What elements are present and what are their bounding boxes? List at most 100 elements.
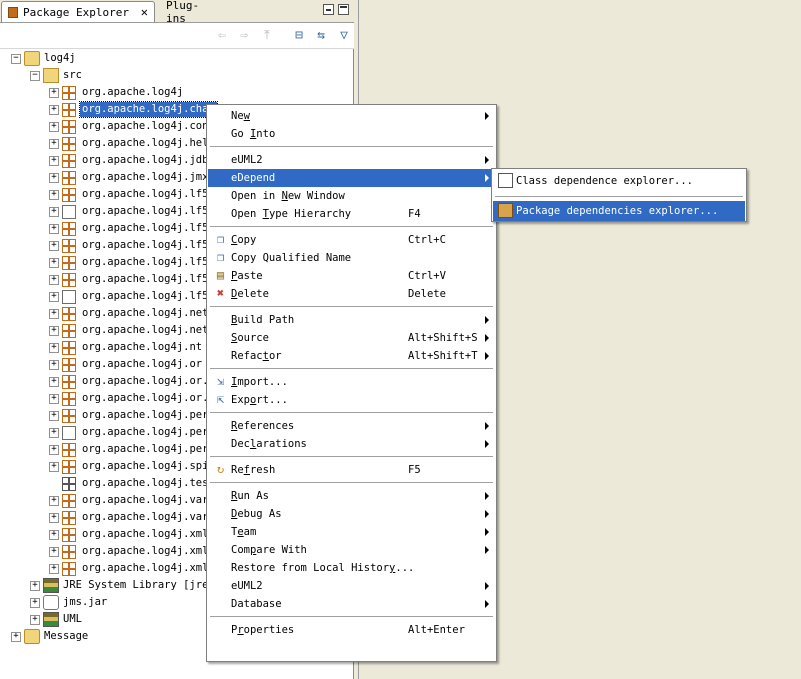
menu-item-edepend[interactable]: eDepend [208,169,495,187]
menu-item-declarations[interactable]: Declarations [208,435,495,453]
collapse-icon[interactable]: − [11,54,21,64]
menu-item-debug-as[interactable]: Debug As [208,505,495,523]
expand-icon[interactable]: + [49,292,59,302]
expand-icon[interactable]: + [49,122,59,132]
expand-icon[interactable]: + [30,598,40,608]
menu-item-label: Properties [231,624,295,636]
back-icon[interactable]: ⇦ [214,28,230,44]
expand-icon[interactable]: + [49,462,59,472]
expand-icon[interactable]: + [49,190,59,200]
tree-item-label: org.apache.log4j.jmx [82,171,209,183]
expand-icon[interactable]: + [49,258,59,268]
package-icon [62,562,76,576]
menu-item-copy[interactable]: ❐ Copy Ctrl+C [208,231,495,249]
tree-item-label: org.apache.log4j.or. [82,375,209,387]
collapse-icon[interactable]: − [30,71,40,81]
expand-icon[interactable]: + [49,224,59,234]
link-editor-icon[interactable]: ⇆ [313,28,329,44]
maximize-icon[interactable] [338,4,349,15]
expand-icon[interactable]: + [49,309,59,319]
expand-icon[interactable]: + [49,343,59,353]
expand-icon[interactable]: + [49,241,59,251]
menu-item-export[interactable]: ⇱ Export... [208,391,495,409]
expand-icon[interactable]: + [49,547,59,557]
menu-item-paste[interactable]: ▤ Paste Ctrl+V [208,267,495,285]
expand-icon[interactable]: + [49,564,59,574]
menu-item-open-in-new-window[interactable]: Open in New Window [208,187,495,205]
expand-icon[interactable]: + [49,105,59,115]
package-icon [62,511,76,525]
tree-item[interactable]: − log4j [0,50,352,67]
menu-item-delete[interactable]: ✖ Delete Delete [208,285,495,303]
tree-item[interactable]: − src [0,67,352,84]
collapse-all-icon[interactable]: ⊟ [291,28,307,44]
tree-item[interactable]: + org.apache.log4j [0,84,352,101]
package-other-icon [62,426,76,440]
forward-icon[interactable]: ⇨ [236,28,252,44]
expand-icon[interactable]: + [49,428,59,438]
submenu-arrow-icon [485,582,489,590]
menu-item-team[interactable]: Team [208,523,495,541]
view-tab-bar: Package Explorer ✕ Plug-ins [0,0,354,25]
tab-package-explorer[interactable]: Package Explorer ✕ [1,1,155,22]
expand-icon[interactable]: + [49,530,59,540]
menu-item-import[interactable]: ⇲ Import... [208,373,495,391]
menu-item-open-type-hierarchy[interactable]: Open Type Hierarchy F4 [208,205,495,223]
expand-icon[interactable]: + [49,360,59,370]
menu-item-package-dependencies-explorer[interactable]: Package dependencies explorer... [493,201,745,221]
menu-item-properties[interactable]: Properties Alt+Enter [208,621,495,639]
expand-icon[interactable]: + [49,139,59,149]
menu-item-build-path[interactable]: Build Path [208,311,495,329]
menu-item-label: Database [231,598,282,610]
menu-item-class-dependence-explorer[interactable]: Class dependence explorer... [493,171,745,191]
menu-separator [210,368,493,369]
package-explorer-icon [8,6,18,18]
context-menu: New Go Into eUML2 eDepend Open in New Window… [206,104,497,662]
menu-item-label: Go Into [231,128,276,140]
menu-item-refactor[interactable]: Refactor Alt+Shift+T [208,347,495,365]
menu-item-label: Delete [231,288,269,300]
menu-item-copy-qualified-name[interactable]: ❐ Copy Qualified Name [208,249,495,267]
submenu-arrow-icon [485,510,489,518]
expand-icon[interactable]: + [49,173,59,183]
expand-icon[interactable]: + [49,411,59,421]
close-icon[interactable]: ✕ [141,5,148,19]
expand-icon[interactable]: + [49,394,59,404]
tree-item-label: org.apache.log4j.pers [82,409,215,421]
tab-plug-ins[interactable]: Plug-ins [160,0,214,25]
expand-icon[interactable]: + [49,445,59,455]
menu-item-new[interactable]: New [208,107,495,125]
menu-item-euml2[interactable]: eUML2 [208,577,495,595]
menu-item-label: Build Path [231,314,295,326]
up-icon[interactable]: ⤒ [259,28,275,44]
expand-icon[interactable]: + [49,377,59,387]
view-menu-icon[interactable]: ▽ [336,28,352,44]
expand-icon[interactable]: + [49,326,59,336]
tree-item-label: org.apache.log4j.test [82,477,215,489]
expand-icon[interactable]: + [49,275,59,285]
menu-item-references[interactable]: References [208,417,495,435]
menu-item-source[interactable]: Source Alt+Shift+S [208,329,495,347]
menu-item-restore-from-local-history[interactable]: Restore from Local History... [208,559,495,577]
expand-icon[interactable]: + [49,496,59,506]
menu-item-run-as[interactable]: Run As [208,487,495,505]
expand-icon[interactable]: + [49,88,59,98]
menu-item-euml2[interactable]: eUML2 [208,151,495,169]
expand-icon[interactable]: + [30,615,40,625]
package-icon [62,324,76,338]
expand-icon[interactable]: + [30,581,40,591]
jar-icon [43,595,59,610]
menu-item-refresh[interactable]: ↻ Refresh F5 [208,461,495,479]
minimize-icon[interactable] [323,4,334,15]
expand-icon[interactable]: + [49,207,59,217]
menu-item-label: Compare With [231,544,307,556]
expand-icon[interactable]: + [11,632,21,642]
menu-item-go-into[interactable]: Go Into [208,125,495,143]
expand-icon[interactable]: + [49,513,59,523]
menu-separator [210,412,493,413]
menu-item-database[interactable]: Database [208,595,495,613]
menu-item-compare-with[interactable]: Compare With [208,541,495,559]
submenu-arrow-icon [485,422,489,430]
expand-icon[interactable]: + [49,156,59,166]
refresh-icon: ↻ [216,462,225,476]
